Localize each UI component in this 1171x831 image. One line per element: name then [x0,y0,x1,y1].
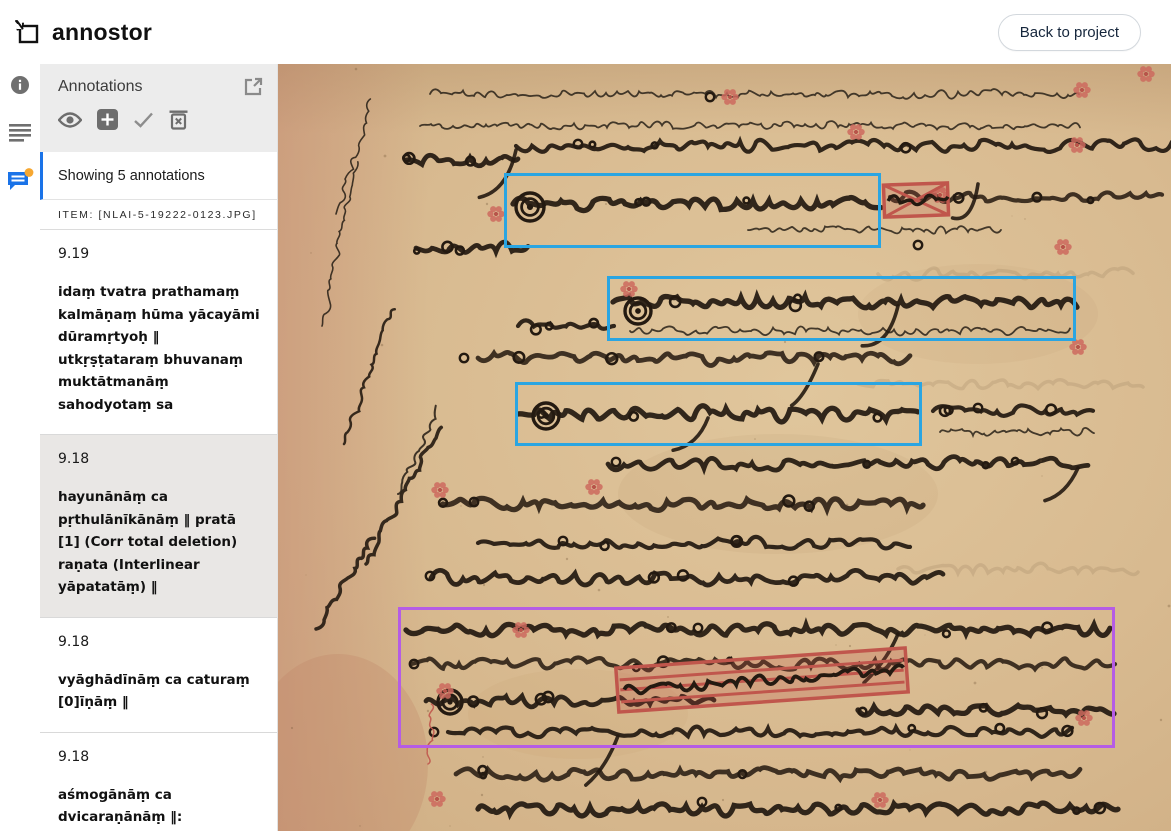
item-header: ITEM: [NLAI-5-19222-0123.JPG] [40,200,277,230]
notification-badge [25,168,34,177]
annotation-ref: 9.18 [58,451,261,467]
list-lines-icon [9,124,31,142]
eye-icon [58,112,82,128]
annotation-region-1[interactable] [504,173,881,248]
confirm-button[interactable] [133,112,154,128]
tool-rail [0,64,40,831]
add-annotation-button[interactable] [97,109,118,130]
annotation-list-item[interactable]: 9.18 hayunānāṃ ca pṛthulānīkānāṃ ‖ pratā … [40,435,277,618]
annotation-list-item[interactable]: 9.18 vyāghādīnāṃ ca caturaṃ [0]īṇāṃ ‖ [40,618,277,733]
logo-icon [14,18,42,46]
app-root: annostor Back to project [0,0,1171,831]
logo: annostor [14,18,152,46]
panel-title: Annotations [58,78,143,96]
annotations-panel: Annotations [40,64,278,831]
annotation-region-4[interactable] [398,607,1115,748]
annotation-text: aśmogānāṃ ca dvicaraṇānāṃ ‖: [58,784,261,829]
showing-count: Showing 5 annotations [40,152,277,200]
toggle-visibility-button[interactable] [58,112,82,128]
annotation-list-item[interactable]: 9.19 idaṃ tvatra prathamaṃ kalmāṇaṃ hūma … [40,230,277,435]
delete-icon [169,109,188,130]
annotation-ref: 9.19 [58,246,261,262]
annotation-ref: 9.18 [58,634,261,650]
manuscript-viewer[interactable] [278,64,1171,831]
annotations-button[interactable] [3,164,37,198]
comment-icon [6,168,34,194]
delete-annotation-button[interactable] [169,109,188,130]
open-in-new-icon[interactable] [244,77,263,96]
info-button[interactable] [3,68,37,102]
main-area: Annotations [0,64,1171,831]
app-header: annostor Back to project [0,0,1171,64]
annotation-list[interactable]: 9.19 idaṃ tvatra prathamaṃ kalmāṇaṃ hūma … [40,230,277,831]
annotation-text: hayunānāṃ ca pṛthulānīkānāṃ ‖ pratā [1] … [58,486,261,599]
info-icon [10,75,30,95]
annotation-region-3[interactable] [515,382,922,446]
annotation-region-2[interactable] [607,276,1076,341]
annotation-ref: 9.18 [58,749,261,765]
add-icon [97,109,118,130]
back-to-project-button[interactable]: Back to project [998,14,1141,51]
layers-button[interactable] [3,116,37,150]
annotation-text: idaṃ tvatra prathamaṃ kalmāṇaṃ hūma yāca… [58,281,261,416]
annotation-list-item[interactable]: 9.18 aśmogānāṃ ca dvicaraṇānāṃ ‖: [40,733,277,831]
panel-header: Annotations [40,64,277,152]
annotation-toolbar [58,109,263,130]
check-icon [133,112,154,128]
logo-text: annostor [52,19,152,46]
annotation-text: vyāghādīnāṃ ca caturaṃ [0]īṇāṃ ‖ [58,669,261,714]
